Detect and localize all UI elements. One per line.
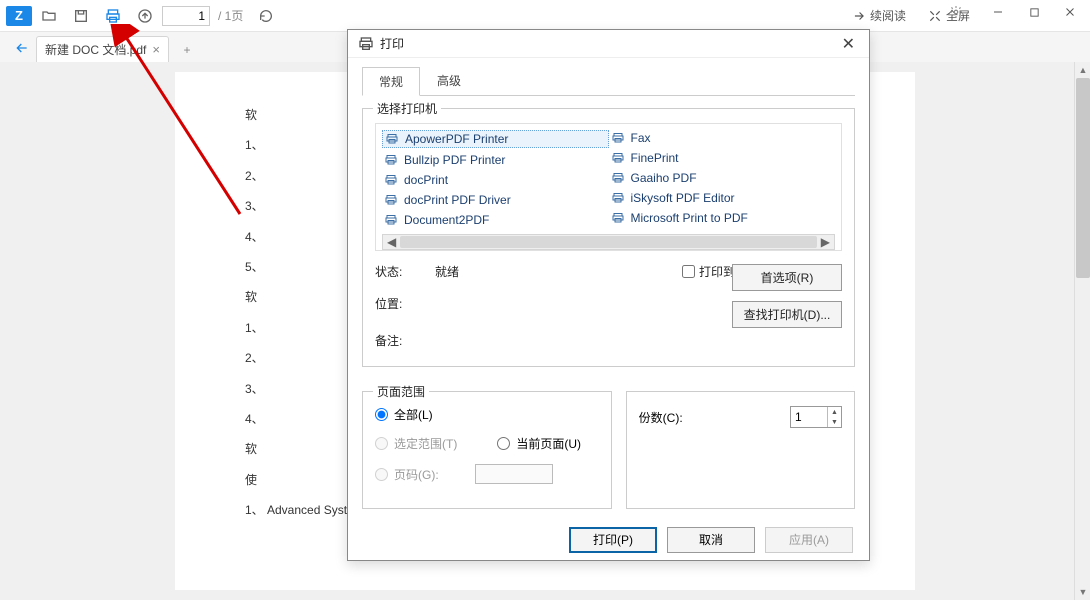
- copies-input[interactable]: [791, 407, 827, 427]
- scroll-down-icon[interactable]: ▼: [1075, 584, 1090, 600]
- tab-close-icon[interactable]: ×: [152, 42, 160, 57]
- group-copies: . 份数(C): ▲ ▼: [626, 391, 855, 509]
- printer-status-grid: 状态: 就绪 打印到文件(F) 位置: 首选项(R) 备注: 查找打印机(D).…: [375, 263, 842, 354]
- scroll-up-icon[interactable]: ▲: [1075, 62, 1090, 78]
- print-button[interactable]: 打印(P): [569, 527, 657, 553]
- vertical-scrollbar[interactable]: ▲ ▼: [1074, 62, 1090, 600]
- page-number-input[interactable]: [162, 6, 210, 26]
- copies-label: 份数(C):: [639, 409, 683, 426]
- printer-list-hscroll[interactable]: ◀ ▶: [382, 234, 835, 250]
- range-all-row[interactable]: 全部(L): [375, 406, 599, 423]
- printer-name: ApowerPDF Printer: [405, 132, 508, 146]
- printer-icon: [358, 36, 374, 52]
- copies-spinner[interactable]: ▲ ▼: [790, 406, 842, 428]
- save-icon[interactable]: [66, 2, 96, 30]
- printer-item[interactable]: Fax: [609, 130, 836, 146]
- continue-reading-label: 续阅读: [870, 7, 906, 24]
- printer-item[interactable]: Document2PDF: [382, 212, 609, 228]
- scrollbar-thumb[interactable]: [1076, 78, 1090, 278]
- dialog-title: 打印: [380, 35, 838, 52]
- printer-item[interactable]: iSkysoft PDF Editor: [609, 190, 836, 206]
- preferences-button[interactable]: 首选项(R): [732, 264, 842, 291]
- copies-down-icon[interactable]: ▼: [827, 417, 841, 427]
- printer-list[interactable]: ApowerPDF Printer Bullzip PDF Printer docP…: [375, 123, 842, 251]
- dialog-footer: 打印(P) 取消 应用(A): [348, 519, 869, 560]
- lower-groups: 页面范围 全部(L) 选定范围(T) 当前页面(U) 页码(G): . 份数(C…: [362, 379, 855, 509]
- printer-name: Document2PDF: [404, 213, 489, 227]
- dialog-close-icon[interactable]: ✕: [838, 34, 859, 54]
- toolbar-left: Z / 1页: [6, 2, 281, 30]
- print-dialog: 打印 ✕ 常规 高级 选择打印机 ApowerPDF PrinterBullzi…: [347, 29, 870, 561]
- range-selection-label: 选定范围(T): [394, 435, 457, 452]
- printer-item[interactable]: ApowerPDF Printer: [382, 130, 609, 148]
- apply-button: 应用(A): [765, 527, 853, 553]
- printer-name: docPrint PDF Driver: [404, 193, 511, 207]
- page-total-label: / 1页: [218, 7, 243, 24]
- page-range-legend: 页面范围: [373, 383, 429, 400]
- comment-label: 备注:: [375, 332, 435, 349]
- hscroll-track[interactable]: [400, 236, 817, 248]
- copies-up-icon[interactable]: ▲: [827, 407, 841, 417]
- cancel-button[interactable]: 取消: [667, 527, 755, 553]
- printer-item[interactable]: Gaaiho PDF: [609, 170, 836, 186]
- open-icon[interactable]: [34, 2, 64, 30]
- refresh-icon[interactable]: [251, 2, 281, 30]
- minimize-icon[interactable]: [980, 0, 1016, 25]
- printer-item[interactable]: Microsoft Print to PDF: [609, 210, 836, 226]
- printer-name: iSkysoft PDF Editor: [631, 191, 735, 205]
- copies-row: 份数(C): ▲ ▼: [639, 406, 842, 428]
- range-pages-radio: [375, 468, 388, 481]
- range-pages-label: 页码(G):: [394, 466, 439, 483]
- printer-item[interactable]: Bullzip PDF Printer: [382, 152, 609, 168]
- close-window-icon[interactable]: [1052, 0, 1088, 25]
- tab-advanced[interactable]: 高级: [420, 66, 478, 95]
- tab-general[interactable]: 常规: [362, 67, 420, 96]
- maximize-icon[interactable]: [1016, 0, 1052, 25]
- printer-item[interactable]: FinePrint: [609, 150, 836, 166]
- hscroll-left-icon[interactable]: ◀: [387, 235, 396, 249]
- range-current-label: 当前页面(U): [516, 435, 581, 452]
- printer-name: Fax: [631, 131, 651, 145]
- window-controls: [938, 0, 1088, 25]
- toolbar: Z / 1页 续阅读 全屏: [0, 0, 1090, 32]
- printer-name: Microsoft Print to PDF: [631, 211, 748, 225]
- location-label: 位置:: [375, 295, 435, 312]
- app-logo[interactable]: Z: [6, 6, 32, 26]
- printer-item[interactable]: docPrint PDF Driver: [382, 192, 609, 208]
- dialog-tabs: 常规 高级: [362, 66, 855, 96]
- range-all-radio[interactable]: [375, 408, 388, 421]
- range-all-label: 全部(L): [394, 406, 433, 423]
- group-select-printer: 选择打印机 ApowerPDF PrinterBullzip PDF Print…: [362, 108, 855, 367]
- range-pages-row: 页码(G):: [375, 464, 599, 484]
- range-selection-radio: [375, 437, 388, 450]
- group-page-range: 页面范围 全部(L) 选定范围(T) 当前页面(U) 页码(G):: [362, 391, 612, 509]
- document-tab-title: 新建 DOC 文档.pdf: [45, 41, 146, 58]
- back-icon[interactable]: [8, 34, 36, 62]
- print-icon[interactable]: [98, 2, 128, 30]
- print-to-file-input[interactable]: [682, 265, 695, 278]
- continue-reading-button[interactable]: 续阅读: [842, 2, 916, 30]
- range-pages-input: [475, 464, 553, 484]
- tab-add-icon[interactable]: +: [175, 38, 199, 62]
- select-printer-legend: 选择打印机: [373, 100, 441, 117]
- settings-icon[interactable]: [938, 0, 974, 25]
- status-label: 状态:: [375, 263, 435, 280]
- status-value: 就绪: [435, 263, 682, 280]
- dialog-titlebar: 打印 ✕: [348, 30, 869, 58]
- range-selection-row: 选定范围(T): [375, 435, 457, 452]
- range-current-radio[interactable]: [497, 437, 510, 450]
- printer-name: FinePrint: [631, 151, 679, 165]
- printer-name: docPrint: [404, 173, 448, 187]
- printer-item[interactable]: docPrint: [382, 172, 609, 188]
- document-tab[interactable]: 新建 DOC 文档.pdf ×: [36, 36, 169, 62]
- printer-name: Bullzip PDF Printer: [404, 153, 505, 167]
- hscroll-right-icon[interactable]: ▶: [821, 235, 830, 249]
- find-printer-button[interactable]: 查找打印机(D)...: [732, 301, 842, 328]
- range-current-row[interactable]: 当前页面(U): [497, 435, 581, 452]
- upload-icon[interactable]: [130, 2, 160, 30]
- printer-name: Gaaiho PDF: [631, 171, 697, 185]
- dialog-body: 常规 高级 选择打印机 ApowerPDF PrinterBullzip PDF…: [348, 58, 869, 519]
